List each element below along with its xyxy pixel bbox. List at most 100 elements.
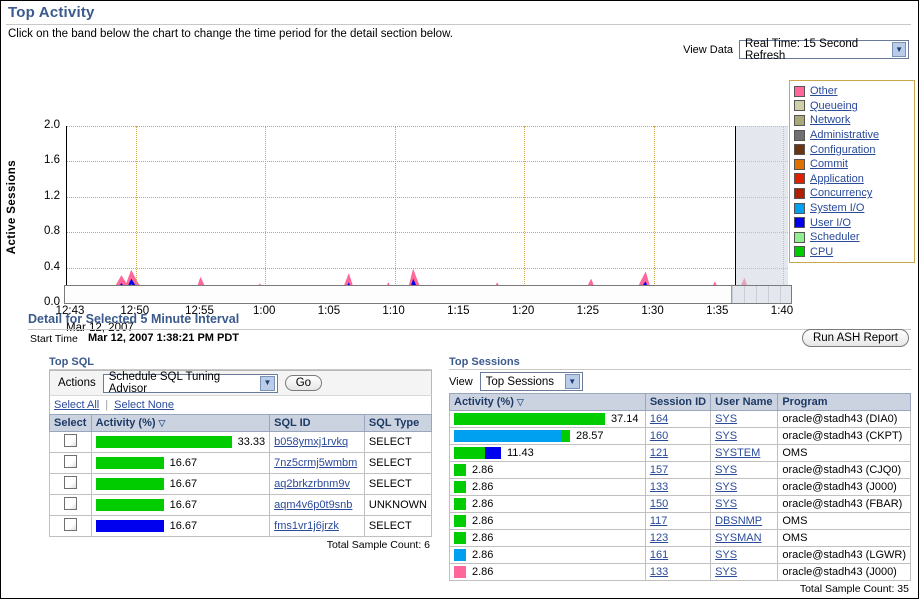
legend-item-label[interactable]: Network bbox=[810, 114, 850, 126]
top-activity-chart[interactable]: Active Sessions 0.00.40.81.21.62.0 12:43… bbox=[0, 60, 919, 275]
column-header-user-name[interactable]: User Name bbox=[711, 394, 778, 411]
sql-id-cell[interactable]: b058ymxj1rvkq bbox=[270, 432, 365, 453]
time-period-band[interactable] bbox=[64, 285, 792, 304]
session-id-cell-link[interactable]: 133 bbox=[650, 481, 668, 493]
column-header-activity-[interactable]: Activity (%)▽ bbox=[91, 415, 270, 432]
time-band-selection-thumb[interactable] bbox=[731, 286, 791, 303]
legend-item-label[interactable]: CPU bbox=[810, 246, 833, 258]
user-name-cell-link[interactable]: SYS bbox=[715, 430, 737, 442]
session-id-cell[interactable]: 133 bbox=[645, 564, 710, 581]
session-id-cell[interactable]: 157 bbox=[645, 462, 710, 479]
select-none-link[interactable]: Select None bbox=[114, 399, 174, 411]
column-header-session-id[interactable]: Session ID bbox=[645, 394, 710, 411]
column-header-sql-id[interactable]: SQL ID bbox=[270, 415, 365, 432]
user-name-cell[interactable]: SYS bbox=[711, 564, 778, 581]
session-id-cell[interactable]: 164 bbox=[645, 411, 710, 428]
user-name-cell-link[interactable]: SYS bbox=[715, 566, 737, 578]
sql-id-cell[interactable]: fms1vr1j6jrzk bbox=[270, 516, 365, 537]
legend-item-application[interactable]: Application bbox=[794, 172, 910, 187]
legend-item-label[interactable]: Application bbox=[810, 173, 864, 185]
legend-item-administrative[interactable]: Administrative bbox=[794, 128, 910, 143]
sql-id-cell-link[interactable]: aq2brkzrbnm9v bbox=[274, 478, 350, 490]
sql-id-cell-link[interactable]: aqm4v6p0t9snb bbox=[274, 499, 352, 511]
session-id-cell[interactable]: 121 bbox=[645, 445, 710, 462]
sql-id-cell[interactable]: aqm4v6p0t9snb bbox=[270, 495, 365, 516]
legend-item-network[interactable]: Network bbox=[794, 113, 910, 128]
session-id-cell-link[interactable]: 157 bbox=[650, 464, 668, 476]
user-name-cell[interactable]: SYS bbox=[711, 547, 778, 564]
legend-item-label[interactable]: Commit bbox=[810, 158, 848, 170]
chart-plot-area[interactable] bbox=[66, 126, 788, 303]
user-name-cell-link[interactable]: SYS bbox=[715, 549, 737, 561]
sort-descending-icon[interactable]: ▽ bbox=[159, 418, 166, 429]
select-all-link[interactable]: Select All bbox=[54, 399, 99, 411]
session-id-cell-link[interactable]: 117 bbox=[650, 515, 668, 527]
actions-select[interactable]: Schedule SQL Tuning Advisor ▼ bbox=[103, 374, 278, 393]
user-name-cell-link[interactable]: SYS bbox=[715, 464, 737, 476]
row-checkbox[interactable] bbox=[64, 497, 77, 510]
session-id-cell-link[interactable]: 161 bbox=[650, 549, 668, 561]
session-id-cell[interactable]: 161 bbox=[645, 547, 710, 564]
legend-item-label[interactable]: System I/O bbox=[810, 202, 864, 214]
session-id-cell[interactable]: 123 bbox=[645, 530, 710, 547]
session-id-cell-link[interactable]: 160 bbox=[650, 430, 668, 442]
row-checkbox[interactable] bbox=[64, 476, 77, 489]
user-name-cell-link[interactable]: SYSMAN bbox=[715, 532, 761, 544]
legend-item-configuration[interactable]: Configuration bbox=[794, 142, 910, 157]
sql-id-cell[interactable]: 7nz5crmj5wmbm bbox=[270, 453, 365, 474]
legend-item-user-i-o[interactable]: User I/O bbox=[794, 215, 910, 230]
column-header-sql-type[interactable]: SQL Type bbox=[364, 415, 431, 432]
chart-selection-band[interactable] bbox=[735, 126, 788, 303]
session-id-cell-link[interactable]: 121 bbox=[650, 447, 668, 459]
user-name-cell[interactable]: SYS bbox=[711, 479, 778, 496]
column-header-activity-[interactable]: Activity (%)▽ bbox=[450, 394, 646, 411]
user-name-cell[interactable]: SYS bbox=[711, 411, 778, 428]
legend-item-system-i-o[interactable]: System I/O bbox=[794, 201, 910, 216]
user-name-cell[interactable]: DBSNMP bbox=[711, 513, 778, 530]
legend-item-label[interactable]: Scheduler bbox=[810, 231, 860, 243]
sql-id-cell-link[interactable]: b058ymxj1rvkq bbox=[274, 436, 348, 448]
user-name-cell[interactable]: SYS bbox=[711, 496, 778, 513]
view-select[interactable]: Top Sessions ▼ bbox=[480, 372, 583, 391]
column-header-program[interactable]: Program bbox=[778, 394, 911, 411]
user-name-cell[interactable]: SYSTEM bbox=[711, 445, 778, 462]
session-id-cell[interactable]: 133 bbox=[645, 479, 710, 496]
sort-descending-icon[interactable]: ▽ bbox=[517, 397, 524, 408]
row-checkbox[interactable] bbox=[64, 434, 77, 447]
legend-item-queueing[interactable]: Queueing bbox=[794, 99, 910, 114]
column-header-select[interactable]: Select bbox=[50, 415, 92, 432]
row-checkbox[interactable] bbox=[64, 455, 77, 468]
session-id-cell-link[interactable]: 133 bbox=[650, 566, 668, 578]
user-name-cell-link[interactable]: SYS bbox=[715, 481, 737, 493]
user-name-cell-link[interactable]: DBSNMP bbox=[715, 515, 762, 527]
sql-id-cell-link[interactable]: 7nz5crmj5wmbm bbox=[274, 457, 357, 469]
session-id-cell-link[interactable]: 123 bbox=[650, 532, 668, 544]
session-id-cell-link[interactable]: 150 bbox=[650, 498, 668, 510]
legend-item-label[interactable]: Administrative bbox=[810, 129, 879, 141]
run-ash-report-button[interactable]: Run ASH Report bbox=[802, 329, 909, 347]
session-id-cell-link[interactable]: 164 bbox=[650, 413, 668, 425]
legend-item-scheduler[interactable]: Scheduler bbox=[794, 230, 910, 245]
sql-id-cell-link[interactable]: fms1vr1j6jrzk bbox=[274, 520, 339, 532]
session-id-cell[interactable]: 160 bbox=[645, 428, 710, 445]
legend-item-label[interactable]: Concurrency bbox=[810, 187, 872, 199]
go-button[interactable]: Go bbox=[285, 375, 322, 391]
user-name-cell-link[interactable]: SYS bbox=[715, 498, 737, 510]
legend-item-concurrency[interactable]: Concurrency bbox=[794, 186, 910, 201]
legend-item-label[interactable]: Queueing bbox=[810, 100, 858, 112]
legend-item-label[interactable]: Configuration bbox=[810, 144, 875, 156]
legend-item-label[interactable]: Other bbox=[810, 85, 838, 97]
legend-item-other[interactable]: Other bbox=[794, 84, 910, 99]
session-id-cell[interactable]: 117 bbox=[645, 513, 710, 530]
user-name-cell[interactable]: SYS bbox=[711, 462, 778, 479]
legend-item-cpu[interactable]: CPU bbox=[794, 245, 910, 260]
user-name-cell[interactable]: SYS bbox=[711, 428, 778, 445]
user-name-cell[interactable]: SYSMAN bbox=[711, 530, 778, 547]
row-checkbox[interactable] bbox=[64, 518, 77, 531]
legend-item-commit[interactable]: Commit bbox=[794, 157, 910, 172]
view-data-select[interactable]: Real Time: 15 Second Refresh ▼ bbox=[739, 40, 909, 59]
session-id-cell[interactable]: 150 bbox=[645, 496, 710, 513]
user-name-cell-link[interactable]: SYSTEM bbox=[715, 447, 760, 459]
user-name-cell-link[interactable]: SYS bbox=[715, 413, 737, 425]
legend-item-label[interactable]: User I/O bbox=[810, 217, 851, 229]
